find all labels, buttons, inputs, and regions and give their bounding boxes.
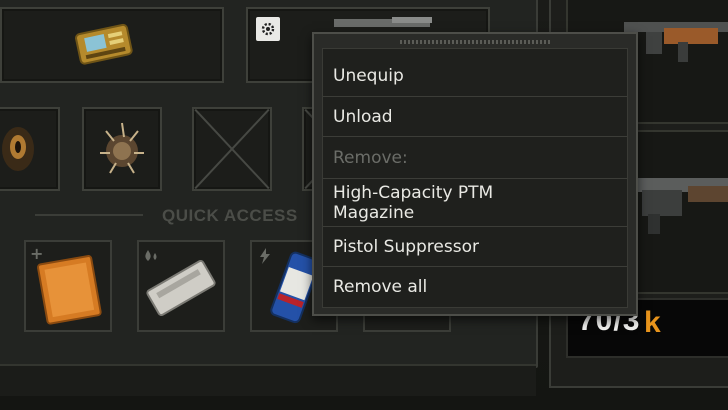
- menu-item-remove-all[interactable]: Remove all: [323, 267, 627, 307]
- menu-item-remove-suppressor[interactable]: Pistol Suppressor: [323, 227, 627, 267]
- menu-item-label: High-Capacity PTM Magazine: [333, 182, 494, 223]
- quick-access-label: QUICK ACCESS: [162, 206, 298, 225]
- drag-grip[interactable]: [400, 40, 550, 44]
- gear-icon: [261, 22, 275, 36]
- k-icon: k: [644, 306, 661, 339]
- context-menu: Unequip Unload Remove: High-Capacity PTM…: [312, 32, 638, 316]
- artifact-slot-1[interactable]: [0, 107, 60, 191]
- game-screen: QUICK ACCESS + 70/3 k Unequip Unload Rem…: [0, 0, 728, 410]
- artifact-icon: [2, 127, 34, 171]
- menu-item-label: Unequip: [333, 65, 404, 86]
- menu-item-unload[interactable]: Unload: [323, 97, 627, 137]
- plus-icon: +: [30, 244, 44, 263]
- equipment-slot-device[interactable]: [0, 7, 224, 83]
- artifact-icon: [100, 122, 144, 174]
- quick-slot-2[interactable]: [137, 240, 225, 332]
- menu-item-label: Remove all: [333, 277, 428, 297]
- menu-item-label: Pistol Suppressor: [333, 236, 479, 257]
- lightning-icon: [260, 248, 270, 264]
- menu-item-label: Remove:: [333, 147, 408, 168]
- device-item-icon: [75, 23, 133, 65]
- artifact-slot-2[interactable]: [82, 107, 162, 191]
- empty-artifact-slot[interactable]: [192, 107, 272, 191]
- menu-section-remove: Remove:: [323, 137, 627, 179]
- quick-slot-1[interactable]: +: [24, 240, 112, 332]
- context-menu-list: Unequip Unload Remove: High-Capacity PTM…: [322, 48, 628, 308]
- drops-icon: [145, 250, 157, 261]
- section-divider: [35, 214, 143, 216]
- menu-item-label: Unload: [333, 106, 393, 127]
- menu-item-remove-magazine[interactable]: High-Capacity PTM Magazine: [323, 179, 627, 227]
- menu-item-unequip[interactable]: Unequip: [323, 55, 627, 97]
- settings-button[interactable]: [256, 17, 280, 41]
